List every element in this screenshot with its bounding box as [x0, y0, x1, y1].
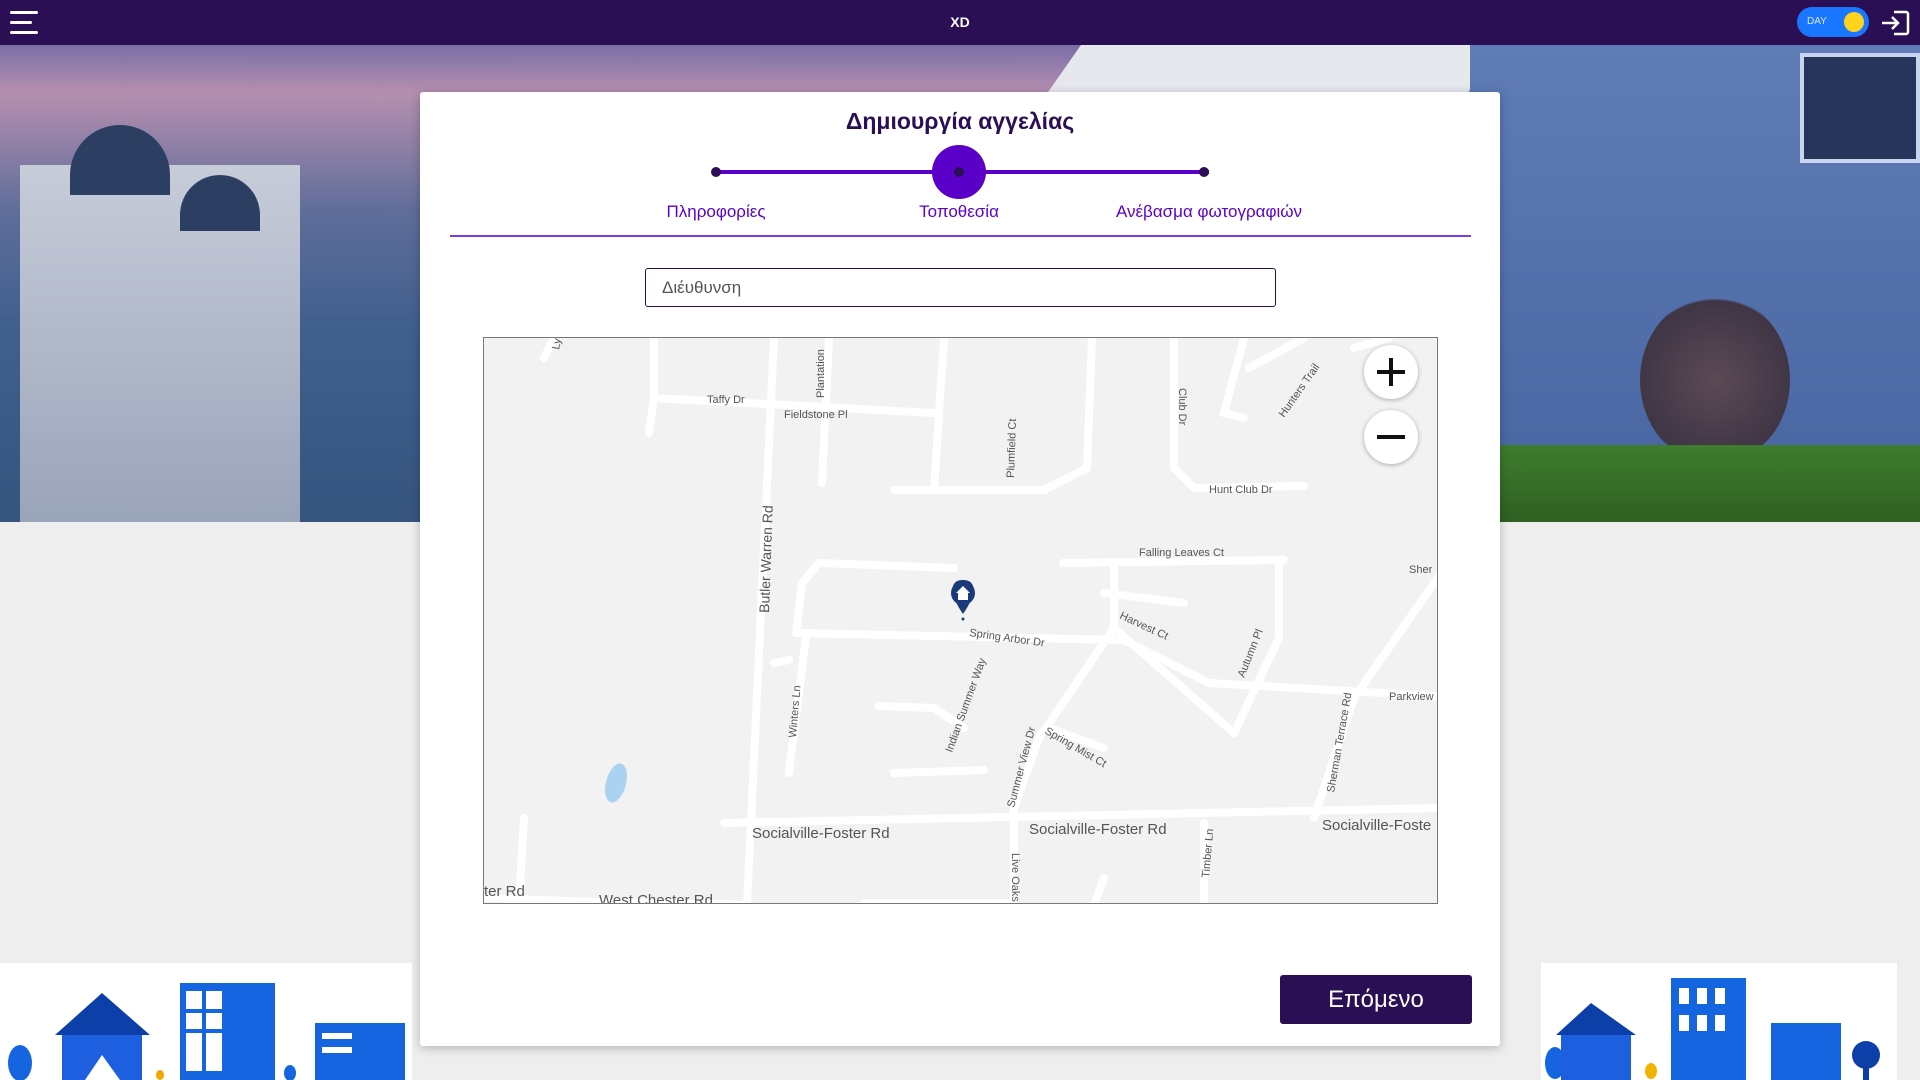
step-2-active-dot[interactable]: [932, 145, 986, 199]
map-street-label: West Chester Rd: [599, 892, 713, 904]
map-street-label: Parkview: [1389, 691, 1434, 703]
step-1-dot[interactable]: [711, 167, 721, 177]
map-street-label: Spring Arbor Dr: [969, 627, 1046, 649]
sun-icon: [1844, 12, 1864, 32]
zoom-out-button[interactable]: [1364, 410, 1418, 464]
theme-toggle[interactable]: DAY: [1797, 7, 1869, 37]
step-label-photos[interactable]: Ανέβασμα φωτογραφιών: [1079, 202, 1339, 222]
map-street-label: Socialville-Foste: [1322, 817, 1431, 834]
address-input[interactable]: [645, 268, 1276, 307]
map-street-label: Winters Ln: [787, 685, 804, 738]
hero-hedge: [1490, 445, 1920, 522]
map-street-label: Sherman Terrace Rd: [1325, 692, 1354, 794]
city-illustration-left: [0, 963, 412, 1080]
map-street-label: Plantation: [815, 349, 827, 398]
home-marker-icon[interactable]: [951, 580, 975, 621]
step-connector: [716, 170, 959, 174]
stepper: Πληροφορίες Τοποθεσία Ανέβασμα φωτογραφι…: [420, 92, 1500, 237]
zoom-in-button[interactable]: [1364, 345, 1418, 399]
step-label-info[interactable]: Πληροφορίες: [586, 202, 846, 222]
map-street-label: Butler Warren Rd: [756, 505, 776, 613]
hero-window: [1800, 53, 1920, 163]
map-street-label: Hunters Trail: [1277, 362, 1323, 420]
next-button[interactable]: Επόμενο: [1280, 975, 1472, 1024]
hamburger-menu-icon[interactable]: [10, 9, 40, 37]
hero-dome: [70, 125, 170, 195]
step-connector: [959, 170, 1209, 174]
top-bar: XD DAY: [0, 0, 1920, 45]
login-icon[interactable]: [1880, 10, 1910, 36]
map-street-label: Socialville-Foster Rd: [1029, 821, 1167, 838]
map-street-label: Fieldstone Pl: [784, 409, 848, 421]
create-listing-card: Δημιουργία αγγελίας Πληροφορίες Τοποθεσί…: [420, 92, 1500, 1046]
step-3-dot[interactable]: [1199, 167, 1209, 177]
map-street-label: Falling Leaves Ct: [1139, 547, 1224, 559]
stepper-divider: [450, 235, 1471, 237]
map-street-label: ter Rd: [484, 883, 525, 900]
hero-tree: [1640, 295, 1790, 465]
map-street-label: Plumfield Ct: [1005, 418, 1019, 478]
map-street-label: Club Dr: [1176, 388, 1188, 426]
map-street-label: Ly: [550, 338, 564, 351]
app-title: XD: [950, 14, 970, 30]
location-map[interactable]: Taffy Dr Fieldstone Pl Plantation Plumfi…: [483, 337, 1438, 904]
minus-icon: [1377, 435, 1405, 439]
map-street-label: Hunt Club Dr: [1209, 484, 1273, 496]
step-label-location[interactable]: Τοποθεσία: [829, 202, 1089, 222]
city-illustration-right: [1541, 963, 1897, 1080]
map-street-label: Sher: [1409, 564, 1433, 576]
map-street-label: Taffy Dr: [707, 394, 745, 406]
map-street-label: Live Oaks Dr: [1009, 853, 1021, 904]
map-street-label: Socialville-Foster Rd: [752, 825, 890, 842]
map-street-label: Indian Summer Way: [944, 656, 989, 754]
theme-toggle-label: DAY: [1807, 16, 1827, 27]
